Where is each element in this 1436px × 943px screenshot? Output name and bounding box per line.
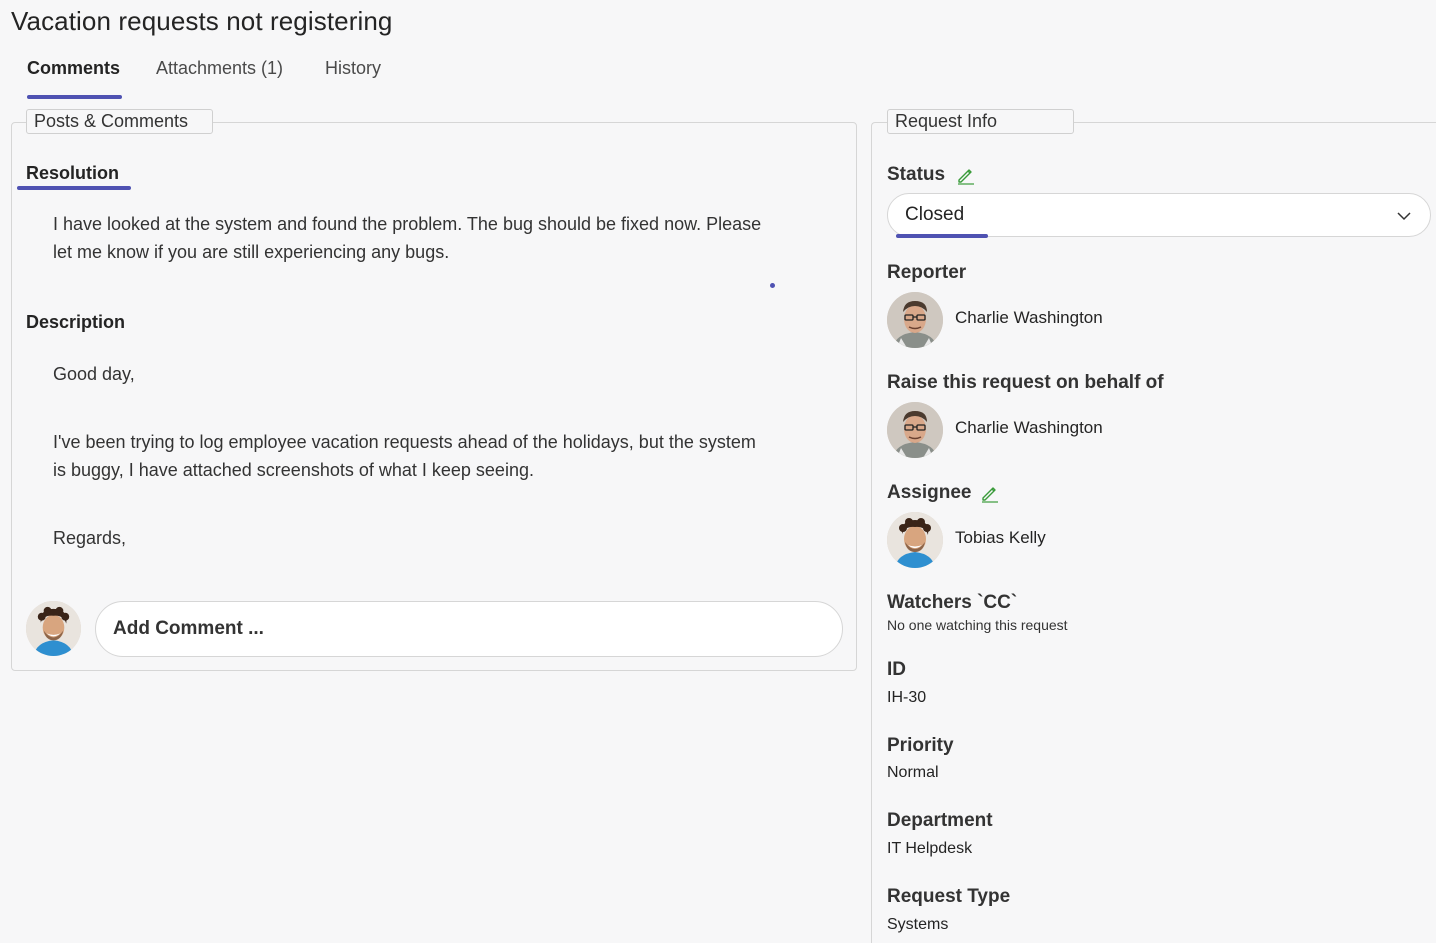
department-label: Department <box>887 810 993 831</box>
resolution-line: let me know if you are still experiencin… <box>53 242 450 262</box>
id-label: ID <box>887 659 906 680</box>
status-dropdown[interactable]: Closed <box>887 193 1431 238</box>
behalf-avatar <box>887 402 943 458</box>
behalf-name: Charlie Washington <box>955 418 1103 437</box>
resolution-title: Resolution <box>26 163 119 183</box>
reporter-name: Charlie Washington <box>955 308 1103 327</box>
active-tab-indicator <box>27 95 122 99</box>
posts-comments-legend: Posts & Comments <box>26 109 213 134</box>
posts-comments-panel: Posts & Comments Resolution I have looke… <box>11 109 857 671</box>
edit-assignee-pencil-icon[interactable] <box>980 483 1000 503</box>
priority-value: Normal <box>887 764 939 781</box>
status-label: Status <box>887 164 946 185</box>
assignee-avatar <box>887 512 943 568</box>
status-underline <box>896 234 988 238</box>
priority-label: Priority <box>887 735 954 756</box>
watchers-value: No one watching this request <box>887 617 1068 633</box>
reporter-label: Reporter <box>887 262 967 283</box>
request-info-panel: Request Info Status Closed Reporter Char… <box>871 109 1436 943</box>
assignee-name: Tobias Kelly <box>955 528 1046 547</box>
watchers-label: Watchers `CC` <box>887 592 1018 613</box>
add-comment-input[interactable]: Add Comment ... <box>95 601 843 657</box>
behalf-label: Raise this request on behalf of <box>887 372 1164 393</box>
tab-attachments[interactable]: Attachments (1) <box>156 58 283 79</box>
request-info-legend: Request Info <box>887 109 1074 134</box>
request-type-value: Systems <box>887 916 949 933</box>
department-value: IT Helpdesk <box>887 840 973 857</box>
assignee-label: Assignee <box>887 482 972 503</box>
description-line: I've been trying to log employee vacatio… <box>53 432 756 452</box>
status-value: Closed <box>905 204 965 225</box>
description-greeting: Good day, <box>53 364 135 384</box>
current-user-avatar[interactable] <box>26 601 81 656</box>
tab-history[interactable]: History <box>325 58 381 79</box>
description-line: is buggy, I have attached screenshots of… <box>53 460 534 480</box>
resolution-underline <box>17 186 131 190</box>
description-closing: Regards, <box>53 528 127 548</box>
description-title: Description <box>26 312 126 332</box>
edit-status-pencil-icon[interactable] <box>956 165 976 185</box>
reporter-avatar <box>887 292 943 348</box>
resolution-line: I have looked at the system and found th… <box>53 214 762 234</box>
chevron-down-icon <box>1397 212 1411 221</box>
indicator-dot <box>770 283 775 288</box>
resolution-text: I have looked at the system and found th… <box>53 210 761 266</box>
id-value: IH-30 <box>887 689 927 706</box>
request-type-label: Request Type <box>887 886 1011 907</box>
tab-comments[interactable]: Comments <box>27 58 120 79</box>
page-title: Vacation requests not registering <box>11 6 393 36</box>
description-body: I've been trying to log employee vacatio… <box>53 428 756 484</box>
